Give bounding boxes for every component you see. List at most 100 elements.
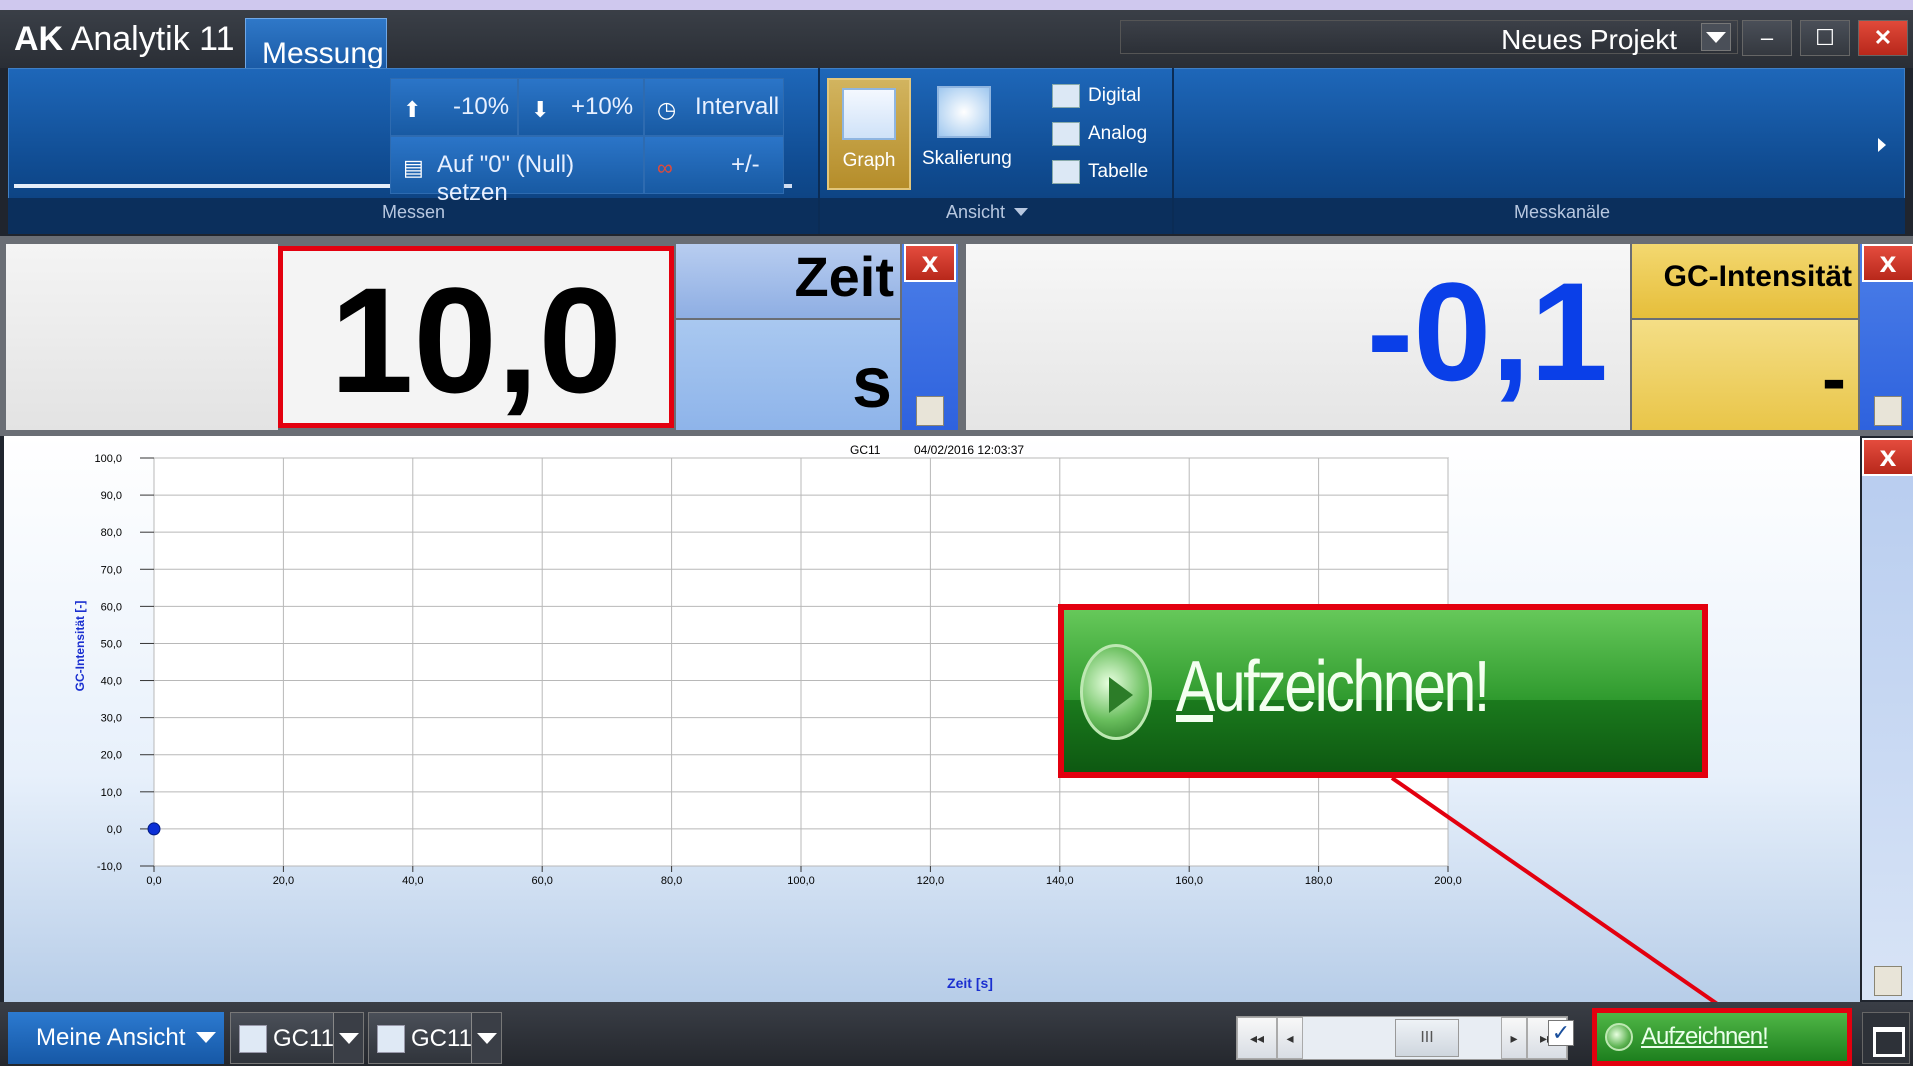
autoscroll-checkbox[interactable]: ✓ (1548, 1020, 1574, 1046)
intervall-button[interactable]: ◷ Intervall (644, 78, 784, 136)
y-tick-label: 70,0 (101, 564, 122, 576)
y-tick-label: 10,0 (101, 787, 122, 799)
x-tick-label: 40,0 (402, 875, 423, 887)
graph-icon (842, 88, 896, 140)
display-zeit-sidebar: x (902, 244, 958, 430)
chevron-right-icon[interactable] (1878, 138, 1886, 152)
x-tick-label: 140,0 (1046, 875, 1074, 887)
app-title-rest: Analytik 11 (70, 20, 235, 58)
gc11-table-tab-dropdown[interactable] (471, 1013, 501, 1063)
x-tick-label: 180,0 (1305, 875, 1333, 887)
x-tick-label: 200,0 (1434, 875, 1462, 887)
y-tick-label: 60,0 (101, 601, 122, 613)
project-selector[interactable]: Neues Projekt (1120, 20, 1738, 55)
scroll-first-button[interactable]: ◂◂ (1237, 1017, 1277, 1059)
table-icon (1052, 160, 1080, 184)
plus-10-button[interactable]: ⬇ +10% (518, 78, 644, 136)
table-icon (377, 1025, 405, 1053)
display-gc-unit: - (1822, 339, 1846, 419)
display-gc-close-button[interactable]: x (1862, 244, 1913, 282)
tab-messung[interactable]: Messung (245, 18, 387, 70)
scroll-prev-button[interactable]: ◂ (1277, 1017, 1303, 1059)
app-window: AK Analytik 11 Messung Neues Projekt – ☐… (0, 0, 1913, 1066)
graph-label: Graph (842, 150, 896, 171)
display-gc-name: GC-Intensität (1663, 260, 1852, 293)
display-gc-value: -0,1 (1366, 253, 1608, 410)
x-tick-label: 20,0 (273, 875, 294, 887)
tabelle-view-item[interactable]: Tabelle (1052, 160, 1148, 184)
clipboard-icon[interactable] (1874, 396, 1902, 426)
display-gc-value-box: -0,1 (966, 244, 1630, 430)
x-tick-label: 160,0 (1175, 875, 1203, 887)
y-axis-ticks: 100,0 90,0 80,0 70,0 60,0 50,0 40,0 30,0 20,0 10,… (94, 453, 154, 873)
plus-10-label: +10% (571, 93, 634, 120)
chevron-down-icon (477, 1033, 497, 1044)
gc11-graph-tab[interactable]: GC11 (230, 1012, 364, 1064)
aufzeichnen-callout: Aufzeichnen! (1058, 604, 1708, 778)
clipboard-icon[interactable] (916, 396, 944, 426)
skalierung-button[interactable]: Skalierung (922, 78, 1012, 190)
minus-10-button[interactable]: ⬆ -10% (390, 78, 518, 136)
ribbon-separator (1172, 68, 1174, 234)
gc11-graph-tab-dropdown[interactable] (333, 1013, 363, 1063)
x-tick-label: 80,0 (661, 875, 682, 887)
clipboard-icon[interactable] (1874, 966, 1902, 996)
x-axis-label: Zeit [s] (947, 975, 993, 991)
chart-points (147, 822, 161, 836)
arrow-down-icon: ⬇ (531, 97, 550, 122)
set-null-button[interactable]: ▤ Auf "0" (Null) setzen (390, 136, 644, 206)
y-tick-label: 30,0 (101, 713, 122, 725)
data-point[interactable] (147, 822, 161, 836)
y-tick-label: 40,0 (101, 676, 122, 688)
y-tick-label: 100,0 (94, 453, 122, 465)
group-label-ansicht[interactable]: Ansicht (946, 202, 1028, 223)
display-zeit-name-box: Zeit (676, 244, 900, 318)
plusminus-button[interactable]: ∞ +/- (644, 136, 784, 194)
app-title-bold: AK (14, 20, 64, 58)
digital-label: Digital (1088, 85, 1141, 107)
callout-label: Aufzeichnen! (1176, 646, 1490, 728)
ribbon-separator (818, 68, 820, 234)
close-button[interactable]: ✕ (1858, 20, 1908, 56)
digital-view-item[interactable]: Digital (1052, 84, 1141, 108)
display-zeit-name: Zeit (794, 245, 894, 308)
scroll-next-button[interactable]: ▸ (1501, 1017, 1527, 1059)
status-bar: Meine Ansicht GC11 GC11 ◂◂ ◂ III ▸ ▸▸ ✓ … (0, 1002, 1913, 1066)
minus-10-label: -10% (453, 93, 510, 120)
chevron-down-icon (339, 1033, 359, 1044)
maximize-button[interactable]: ☐ (1800, 20, 1850, 56)
plusminus-label: +/- (731, 151, 760, 178)
chevron-down-icon (1706, 32, 1726, 43)
graph-close-button[interactable]: x (1862, 438, 1913, 476)
group-label-messkanaele: Messkanäle (1514, 202, 1611, 222)
x-tick-label: 100,0 (787, 875, 815, 887)
chevron-down-icon (196, 1032, 216, 1043)
y-tick-label: 80,0 (101, 527, 122, 539)
scroll-thumb[interactable]: III (1395, 1019, 1459, 1057)
minimize-button[interactable]: – (1742, 20, 1792, 56)
analog-view-item[interactable]: Analog (1052, 122, 1147, 146)
set-null-label: Auf "0" (Null) setzen (437, 151, 575, 206)
intervall-label: Intervall (695, 93, 780, 120)
aufzeichnen-button[interactable]: Aufzeichnen! (1592, 1008, 1852, 1066)
tabelle-label: Tabelle (1088, 161, 1149, 183)
display-zeit-close-button[interactable]: x (904, 244, 956, 282)
arrow-up-icon: ⬆ (403, 97, 422, 122)
graph-icon (239, 1025, 267, 1053)
chevron-down-icon (1014, 208, 1028, 216)
record-scrollbar[interactable]: ◂◂ ◂ III ▸ ▸▸ (1236, 1016, 1568, 1060)
x-tick-label: 60,0 (531, 875, 552, 887)
x-tick-label: 0,0 (146, 875, 161, 887)
callout-label-underlined: A (1176, 647, 1215, 727)
gc11-table-tab[interactable]: GC11 (368, 1012, 502, 1064)
y-axis-label: GC-Intensität [-] (73, 601, 87, 692)
null-icon: ▤ (403, 155, 424, 180)
display-zeit-value-box: 10,0 (278, 246, 674, 428)
x-tick-label: 120,0 (917, 875, 945, 887)
project-dropdown-button[interactable] (1701, 23, 1731, 51)
graph-view-button[interactable]: Graph (827, 78, 911, 190)
analog-icon (1052, 122, 1080, 146)
display-gc-name-box: GC-Intensität (1632, 244, 1858, 318)
window-toggle-button[interactable] (1862, 1012, 1910, 1064)
view-selector[interactable]: Meine Ansicht (8, 1012, 224, 1064)
